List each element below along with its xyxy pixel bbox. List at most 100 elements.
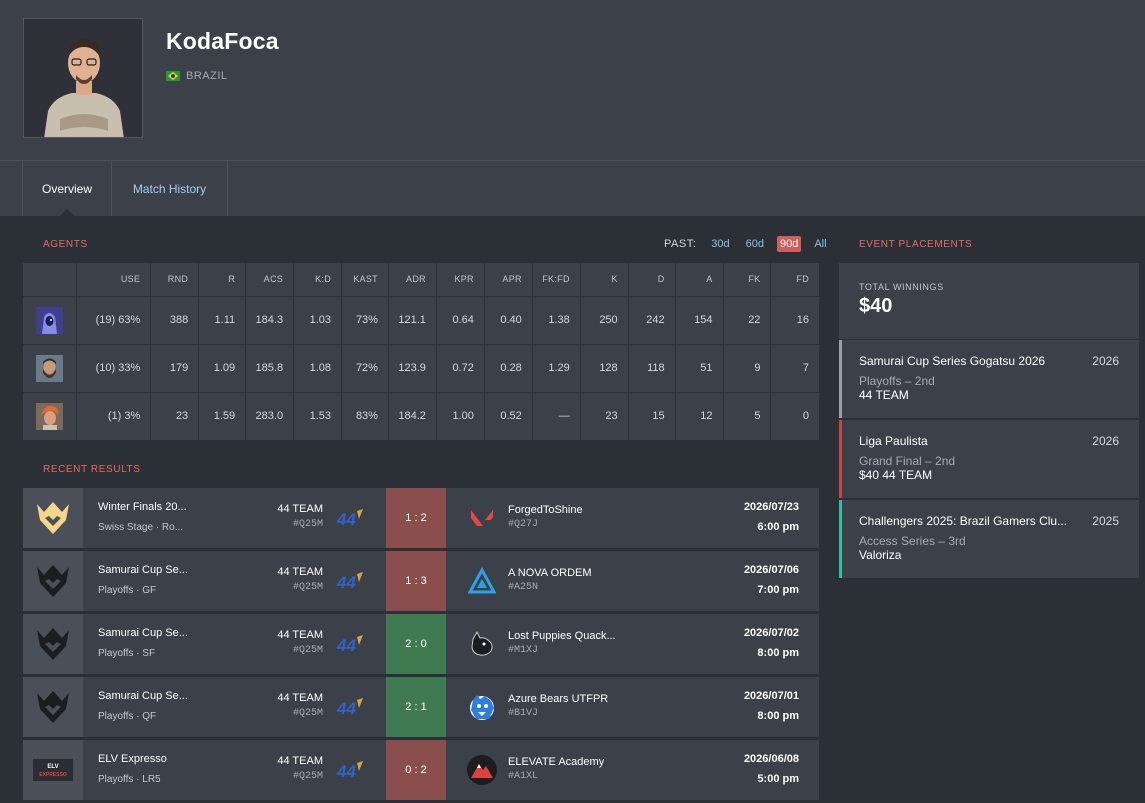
agent-row: (19) 63% 388 1.11 184.3 1.03 73% 121.1 0.64 0.40… [23, 296, 819, 345]
svg-text:44: 44 [336, 573, 356, 592]
country-label: BRAZIL [186, 70, 228, 82]
stat-acs: 185.8 [245, 344, 295, 393]
period-filter: PAST: 30d 60d 90d All [664, 236, 840, 252]
opponent-tag: #M1XJ [508, 645, 539, 656]
stat-d: 118 [628, 344, 676, 393]
stat-fd: 0 [802, 410, 809, 423]
black-crown-logo [23, 614, 83, 674]
player-team-name: 44 TEAM [277, 755, 323, 767]
placement-stage: Grand Final – 2nd [859, 454, 956, 468]
event-name: Samurai Cup Se... [98, 627, 188, 639]
match-time: 5:00 pm [757, 773, 799, 785]
col-apr[interactable]: APR [484, 263, 533, 297]
placement-stage: Playoffs – 2nd [859, 374, 935, 388]
col-fk[interactable]: FK [723, 263, 772, 297]
match-row[interactable]: ELV EXPRESSO ELV Expresso Playoffs · LR5 … [23, 740, 819, 800]
player-team-name: 44 TEAM [277, 629, 323, 641]
event-placement-card[interactable]: Challengers 2025: Brazil Gamers Clu... 2… [839, 500, 1139, 578]
col-kpr[interactable]: KPR [436, 263, 485, 297]
period-30d[interactable]: 30d [708, 236, 732, 252]
col-kast[interactable]: KAST [341, 263, 389, 297]
match-score: 2 : 0 [386, 614, 446, 674]
col-a[interactable]: A [675, 263, 724, 297]
col-acs[interactable]: ACS [245, 263, 295, 297]
col-kd[interactable]: K:D [293, 263, 343, 297]
stat-use: (10) 33% [76, 344, 152, 393]
active-tab-indicator [60, 209, 74, 216]
stat-a: 154 [675, 296, 724, 345]
event-name: ELV Expresso [98, 753, 167, 765]
bearded-agent-icon [36, 354, 64, 382]
gold-crown-logo [23, 488, 83, 548]
period-90d[interactable]: 90d [776, 236, 802, 252]
event-stage: Swiss Stage · Ro... [98, 522, 184, 533]
placement-event-name: Liga Paulista [859, 434, 928, 448]
col-fd[interactable]: FD [770, 263, 819, 297]
match-row[interactable]: Winter Finals 20... Swiss Stage · Ro... … [23, 488, 819, 548]
placement-event-name: Samurai Cup Series Gogatsu 2026 [859, 354, 1046, 368]
placement-year: 2025 [1092, 514, 1119, 528]
col-fkfd[interactable]: FK:FD [532, 263, 581, 297]
opponent-tag: #A1XL [508, 771, 539, 782]
col-k[interactable]: K [580, 263, 629, 297]
match-date: 2026/07/02 [743, 627, 799, 639]
stat-kpr: 0.72 [436, 344, 485, 393]
event-placement-card[interactable]: Samurai Cup Series Gogatsu 2026 2026 Pla… [839, 340, 1139, 418]
profile-tabs: Overview Match History [0, 160, 1145, 216]
blue-triangle-logo [466, 565, 498, 597]
event-stage: Playoffs · SF [98, 648, 156, 659]
col-d[interactable]: D [628, 263, 676, 297]
event-placement-card[interactable]: Liga Paulista 2026 Grand Final – 2nd $40… [839, 420, 1139, 498]
svg-text:44: 44 [336, 699, 356, 718]
tab-match-history[interactable]: Match History [111, 161, 228, 216]
stat-fkfd: — [532, 392, 581, 440]
opponent-tag: #B1VJ [508, 708, 539, 719]
stat-adr: 123.9 [388, 344, 437, 393]
stat-fkfd: 1.38 [532, 296, 581, 345]
purple-hooded-agent-icon [36, 306, 64, 334]
match-score: 0 : 2 [386, 740, 446, 800]
col-r[interactable]: R [198, 263, 247, 297]
stat-kpr: 0.64 [436, 296, 485, 345]
stat-fkfd: 1.29 [532, 344, 581, 393]
stat-fk: 22 [723, 296, 772, 345]
total-winnings-label: TOTAL WINNINGS [859, 282, 944, 292]
col-use[interactable]: USE [76, 263, 152, 297]
stat-kd: 1.53 [293, 392, 343, 440]
match-row[interactable]: Samurai Cup Se... Playoffs · QF 44 TEAM … [23, 677, 819, 737]
opponent-name: ForgedToShine [508, 504, 583, 516]
total-winnings-card: TOTAL WINNINGS $40 [839, 263, 1139, 339]
stat-adr: 121.1 [388, 296, 437, 345]
stat-kast: 72% [341, 344, 389, 393]
col-adr[interactable]: ADR [388, 263, 437, 297]
period-all[interactable]: All [811, 236, 829, 252]
brazil-flag-icon [166, 71, 180, 81]
opponent-name: Lost Puppies Quack... [508, 630, 616, 642]
stat-kast: 73% [341, 296, 389, 345]
total-winnings-value: $40 [859, 295, 893, 317]
team-44-logo: 44 [335, 694, 365, 720]
team-44-logo: 44 [335, 631, 365, 657]
match-row[interactable]: Samurai Cup Se... Playoffs · GF 44 TEAM … [23, 551, 819, 611]
stat-rnd: 23 [150, 392, 200, 440]
agent-cell [23, 296, 78, 345]
agent-row: (10) 33% 179 1.09 185.8 1.08 72% 123.9 0.72 0.28… [23, 344, 819, 393]
match-row[interactable]: Samurai Cup Se... Playoffs · SF 44 TEAM … [23, 614, 819, 674]
period-60d[interactable]: 60d [743, 236, 767, 252]
stat-k: 250 [580, 296, 629, 345]
event-stage: Playoffs · GF [98, 585, 157, 596]
stat-kpr: 1.00 [436, 392, 485, 440]
svg-text:ELV: ELV [47, 764, 58, 770]
stat-k: 23 [580, 392, 629, 440]
col-rnd[interactable]: RND [150, 263, 200, 297]
player-name: KodaFoca [166, 28, 279, 54]
black-crown-logo [23, 677, 83, 737]
player-header: KodaFoca BRAZIL Overview Match History [0, 0, 1145, 216]
match-date: 2026/07/01 [743, 690, 799, 702]
tab-overview[interactable]: Overview [22, 161, 111, 216]
match-score: 1 : 2 [386, 488, 446, 548]
match-time: 7:00 pm [757, 584, 799, 596]
stat-acs: 283.0 [245, 392, 295, 440]
stat-r: 1.11 [198, 296, 247, 345]
stat-apr: 0.40 [484, 296, 533, 345]
